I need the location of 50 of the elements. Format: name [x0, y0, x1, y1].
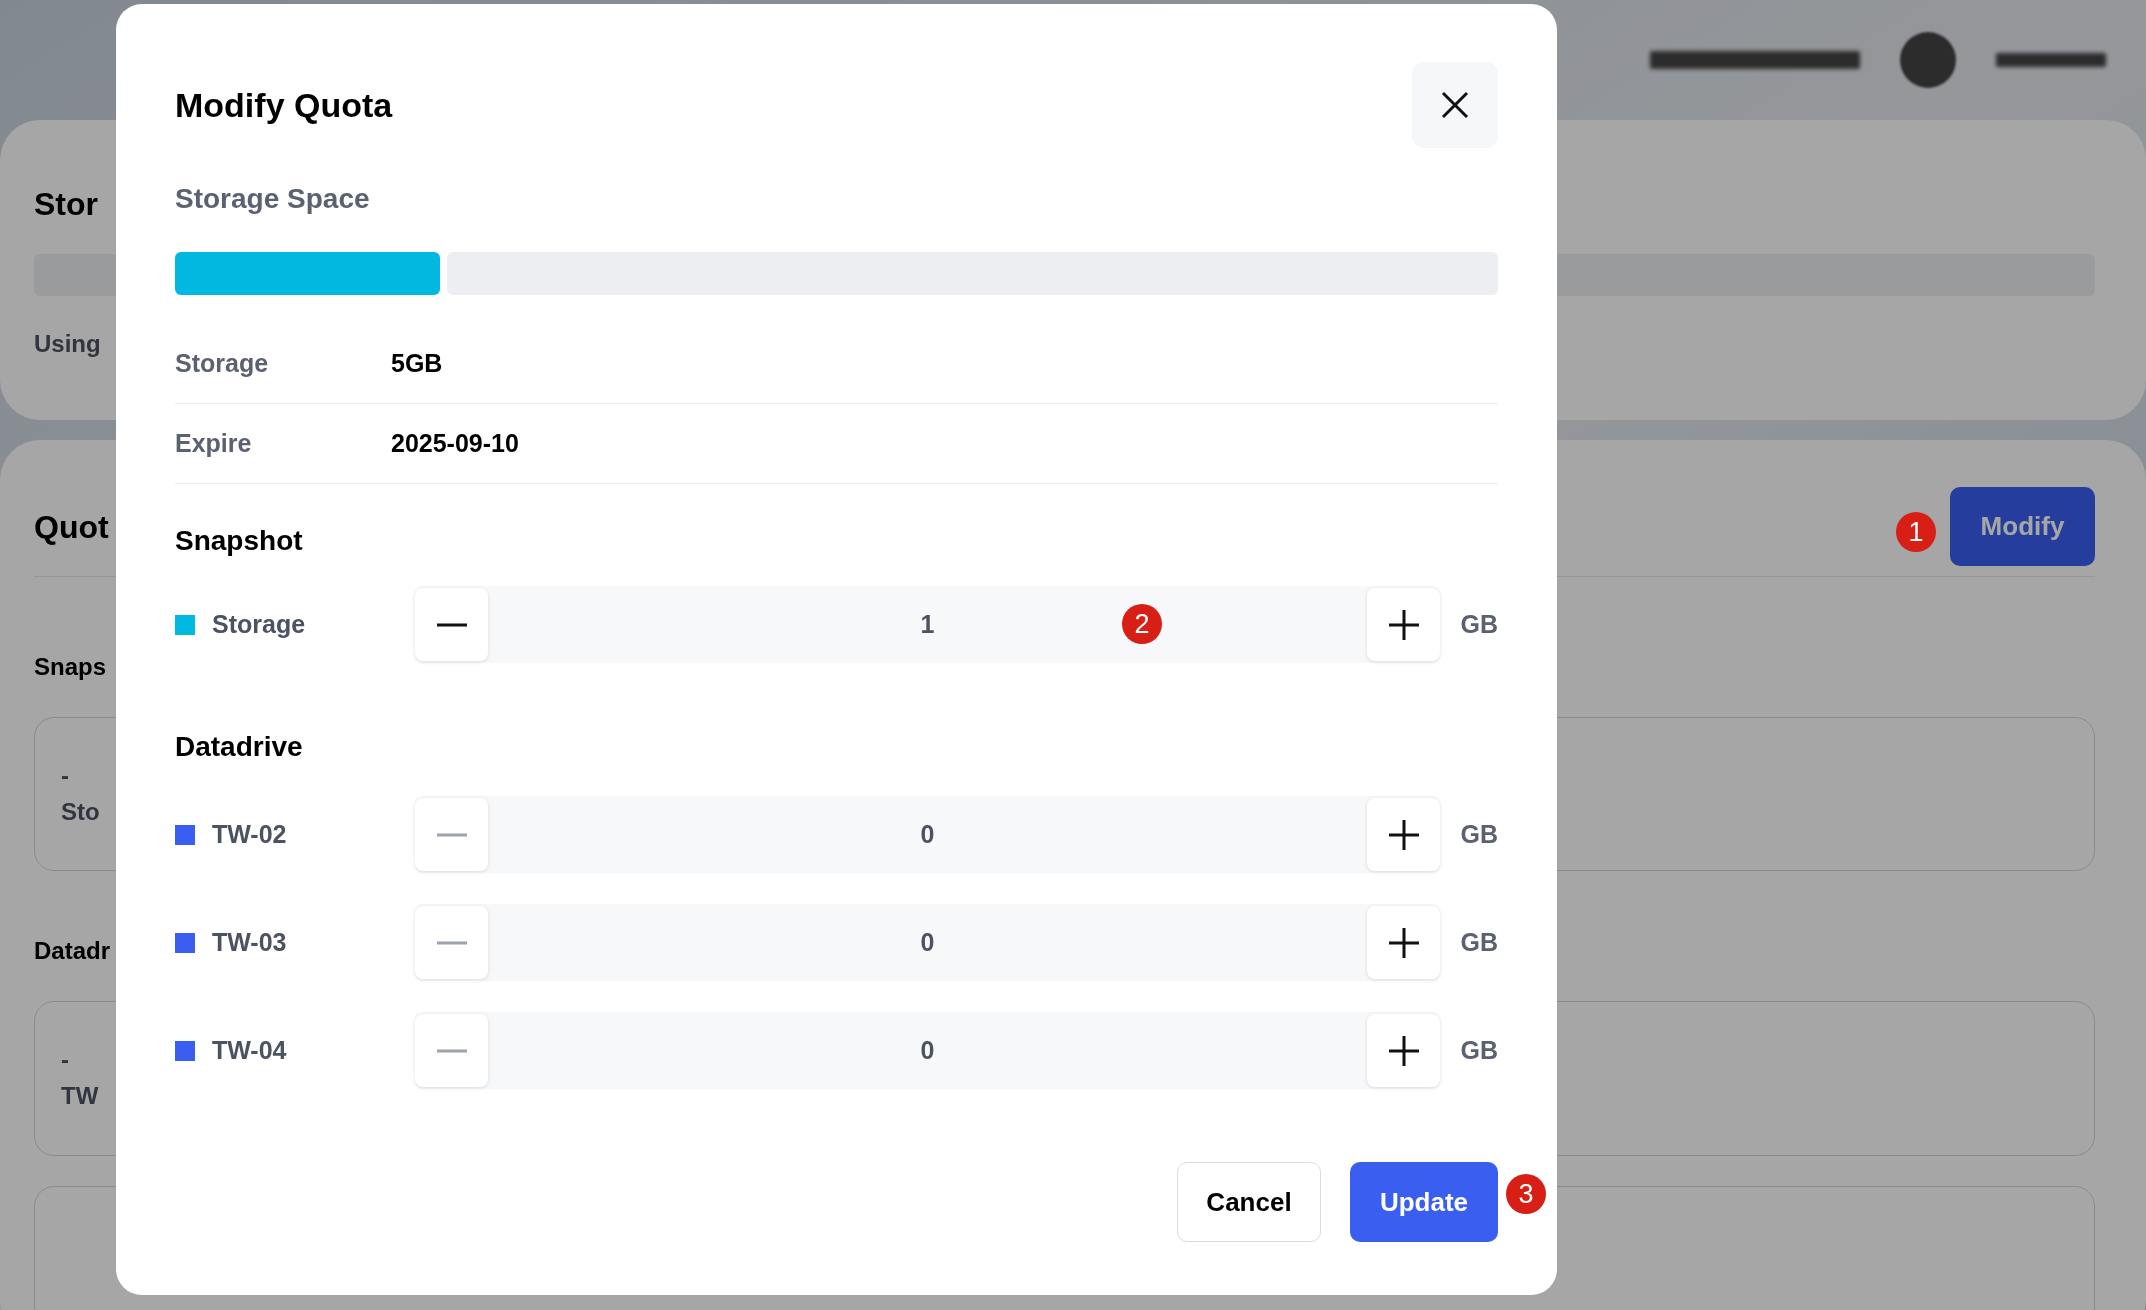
- unit-label: GB: [1460, 818, 1498, 850]
- plus-icon: [1388, 819, 1419, 850]
- group-heading: Snapshot: [175, 524, 303, 556]
- quantity-value: 1: [920, 608, 935, 640]
- usage-label: Using: [34, 329, 101, 359]
- minus-icon: [436, 940, 467, 945]
- row-label: TW-04: [212, 1034, 287, 1066]
- close-icon: [1441, 91, 1469, 119]
- row-label: TW-03: [212, 926, 287, 958]
- annotation-badge: 2: [1122, 604, 1162, 644]
- row-label: Storage: [212, 608, 306, 640]
- decrement-button[interactable]: [415, 588, 488, 661]
- detail-label: Expire: [175, 427, 253, 459]
- increment-button[interactable]: [1367, 906, 1440, 979]
- unit-label: GB: [1460, 608, 1498, 640]
- plus-icon: [1388, 609, 1419, 640]
- avatar: [1900, 32, 1956, 88]
- row-label: TW-02: [212, 818, 287, 850]
- increment-button[interactable]: [1367, 798, 1440, 871]
- minus-icon: [436, 832, 467, 837]
- plus-icon: [1388, 1035, 1419, 1066]
- quantity-value: 0: [920, 818, 935, 850]
- annotation-badge: 3: [1506, 1174, 1546, 1214]
- value-text: -: [61, 761, 69, 792]
- section-heading: Datadr: [34, 936, 111, 967]
- section-title: Storage Space: [175, 182, 370, 216]
- quantity-value: 0: [920, 926, 935, 958]
- unit-label: GB: [1460, 926, 1498, 958]
- item-label: TW: [61, 1081, 99, 1112]
- close-button[interactable]: [1412, 62, 1498, 148]
- unit-label: GB: [1460, 1034, 1498, 1066]
- update-button[interactable]: Update: [1350, 1162, 1498, 1242]
- cancel-button[interactable]: Cancel: [1177, 1162, 1321, 1242]
- increment-button[interactable]: [1367, 1014, 1440, 1087]
- increment-button[interactable]: [1367, 588, 1440, 661]
- value-text: -: [61, 1045, 69, 1076]
- section-heading: Snaps: [34, 652, 107, 682]
- minus-icon: [436, 622, 467, 627]
- dialog-title: Modify Quota: [175, 84, 393, 126]
- detail-value: 5GB: [391, 347, 443, 379]
- detail-label: Storage: [175, 347, 270, 379]
- minus-icon: [436, 1048, 467, 1053]
- quantity-value: 0: [920, 1034, 935, 1066]
- detail-value: 2025-09-10: [391, 427, 519, 459]
- plus-icon: [1388, 927, 1419, 958]
- card-title: Stor: [34, 185, 98, 224]
- modify-button[interactable]: Modify: [1950, 487, 2095, 566]
- group-heading: Datadrive: [175, 730, 303, 762]
- card-title: Quot: [34, 507, 109, 547]
- item-label: Sto: [61, 797, 100, 828]
